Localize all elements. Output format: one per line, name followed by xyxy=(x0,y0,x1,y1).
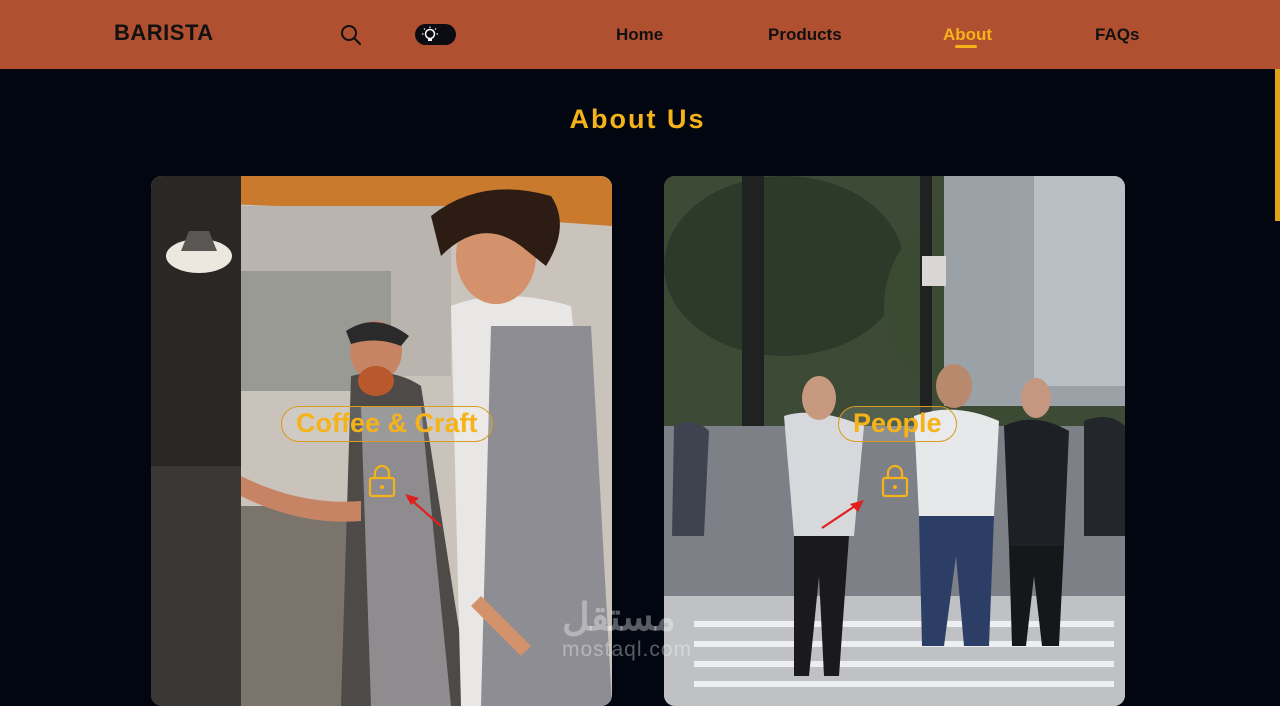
search-icon[interactable] xyxy=(339,23,363,47)
watermark-latin: mostaql.com xyxy=(562,638,693,661)
red-arrow-icon xyxy=(821,500,864,529)
watermark-arabic: مستقل xyxy=(562,597,676,639)
people-card[interactable]: People xyxy=(664,176,1125,706)
coffee-craft-card[interactable]: Coffee & Craft xyxy=(151,176,612,706)
nav-about[interactable]: About xyxy=(943,25,992,45)
theme-toggle[interactable] xyxy=(415,24,456,45)
watermark: مستقل mostaql.com xyxy=(562,598,692,662)
card-title: Coffee & Craft xyxy=(281,406,493,442)
navbar: BARISTA Home Products About FAQs xyxy=(0,0,1280,69)
page-title: About Us xyxy=(569,104,706,134)
nav-home[interactable]: Home xyxy=(616,25,663,45)
lock-icon xyxy=(368,464,396,498)
lock-icon xyxy=(881,464,909,498)
red-arrow-icon xyxy=(405,494,442,527)
card-title: People xyxy=(838,406,957,442)
active-nav-underline xyxy=(955,45,977,48)
nav-faqs[interactable]: FAQs xyxy=(1095,25,1139,45)
nav-products[interactable]: Products xyxy=(768,25,842,45)
lightbulb-icon xyxy=(422,26,438,41)
scrollbar-thumb[interactable] xyxy=(1275,69,1280,221)
brand-logo[interactable]: BARISTA xyxy=(114,20,214,46)
